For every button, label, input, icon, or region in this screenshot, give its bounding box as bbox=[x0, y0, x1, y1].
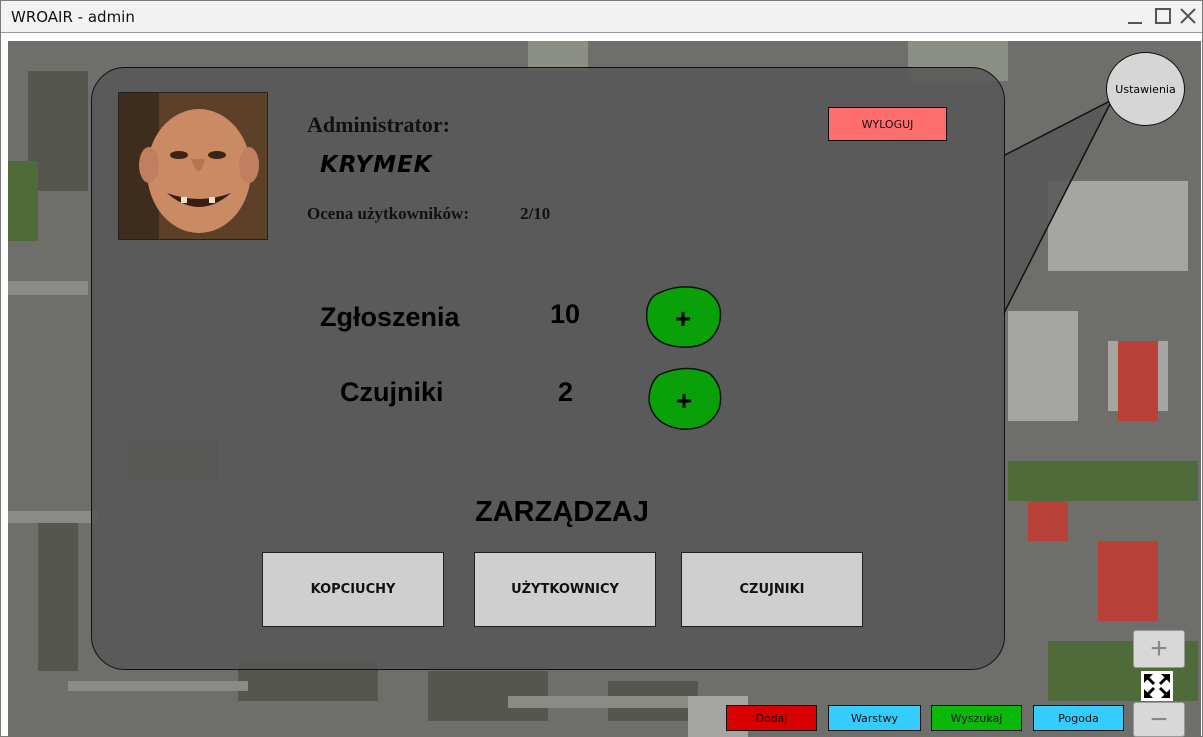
settings-button[interactable]: Ustawienia bbox=[1106, 52, 1185, 126]
toolbar-weather-button[interactable]: Pogoda bbox=[1033, 705, 1124, 731]
reports-count: 10 bbox=[550, 299, 581, 329]
title-bar: WROAIR - admin bbox=[1, 1, 1202, 33]
add-report-button[interactable]: + bbox=[645, 283, 722, 348]
sensors-label: Czujniki bbox=[340, 377, 444, 407]
zoom-out-button[interactable]: − bbox=[1133, 702, 1185, 737]
minimize-button[interactable] bbox=[1125, 6, 1145, 26]
close-icon bbox=[1180, 8, 1196, 24]
reports-label: Zgłoszenia bbox=[320, 302, 460, 332]
rating-value: 2/10 bbox=[520, 204, 551, 223]
close-button[interactable] bbox=[1178, 6, 1198, 26]
toolbar-layers-button[interactable]: Warstwy bbox=[828, 705, 921, 731]
add-sensor-button[interactable]: + bbox=[647, 365, 723, 430]
avatar bbox=[118, 92, 268, 240]
fullscreen-icon bbox=[1141, 671, 1173, 701]
zoom-in-button[interactable]: + bbox=[1133, 630, 1185, 668]
svg-text:+: + bbox=[676, 385, 692, 416]
role-label: Administrator: bbox=[307, 112, 450, 137]
svg-text:+: + bbox=[675, 303, 691, 334]
rating-label: Ocena użytkowników: bbox=[307, 204, 469, 223]
toolbar-add-button[interactable]: Dodaj bbox=[726, 705, 817, 731]
manage-sensors-button[interactable]: CZUJNIKI bbox=[681, 552, 863, 627]
maximize-button[interactable] bbox=[1153, 6, 1173, 26]
sensors-count: 2 bbox=[558, 377, 574, 407]
fullscreen-button[interactable] bbox=[1141, 671, 1173, 701]
plus-icon: + bbox=[648, 367, 722, 430]
admin-name: KRYMEK bbox=[320, 152, 433, 178]
manage-smokers-button[interactable]: KOPCIUCHY bbox=[262, 552, 444, 627]
window-title: WROAIR - admin bbox=[11, 8, 135, 26]
logout-button[interactable]: WYLOGUJ bbox=[828, 107, 947, 141]
plus-icon: + bbox=[645, 286, 722, 348]
manage-title: ZARZĄDZAJ bbox=[475, 496, 649, 528]
profile-photo bbox=[119, 93, 267, 239]
manage-users-button[interactable]: UŻYTKOWNICY bbox=[474, 552, 656, 627]
toolbar-search-button[interactable]: Wyszukaj bbox=[931, 705, 1022, 731]
